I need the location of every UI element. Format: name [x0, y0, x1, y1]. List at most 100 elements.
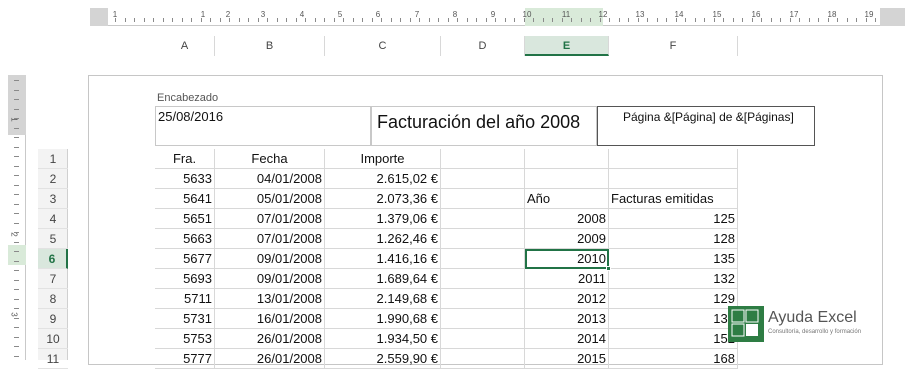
header-cell-fecha[interactable]: Fecha — [215, 149, 325, 169]
table-cell[interactable] — [441, 269, 525, 289]
column-header-f[interactable]: F — [609, 36, 738, 56]
ruler-tick — [581, 18, 582, 22]
table-cell-fecha[interactable]: 05/01/2008 — [215, 189, 325, 209]
table-cell-year[interactable]: 2012 — [525, 289, 609, 309]
table-cell-fecha[interactable]: 26/01/2008 — [215, 329, 325, 349]
table-cell[interactable] — [441, 189, 525, 209]
table-cell[interactable] — [441, 289, 525, 309]
table-cell-importe[interactable]: 2.559,90 € — [325, 349, 441, 369]
row-header-5[interactable]: 5 — [38, 229, 68, 249]
column-header-d[interactable]: D — [441, 36, 525, 56]
table-cell[interactable] — [441, 249, 525, 269]
column-header-b[interactable]: B — [215, 36, 325, 56]
table-cell-importe[interactable]: 1.416,16 € — [325, 249, 441, 269]
table-cell-count[interactable]: 128 — [609, 229, 738, 249]
table-cell[interactable] — [609, 149, 738, 169]
table-cell-fecha[interactable]: 16/01/2008 — [215, 309, 325, 329]
table-cell-fra[interactable]: 5693 — [155, 269, 215, 289]
vertical-ruler[interactable]: 123 — [8, 75, 26, 360]
table-cell-fra[interactable]: 5731 — [155, 309, 215, 329]
ruler-highlight — [8, 245, 26, 265]
table-cell-importe[interactable]: 1.934,50 € — [325, 329, 441, 349]
header-left-section[interactable]: 25/08/2016 — [155, 106, 371, 146]
table-cell-importe[interactable]: 2.615,02 € — [325, 169, 441, 189]
table-cell-count[interactable]: 168 — [609, 349, 738, 369]
ruler-tick — [14, 318, 19, 319]
row-header-6[interactable]: 6 — [38, 249, 68, 269]
row-header-8[interactable]: 8 — [38, 289, 68, 309]
table-cell-year[interactable]: 2015 — [525, 349, 609, 369]
table-cell-fra[interactable]: 5641 — [155, 189, 215, 209]
table-cell[interactable] — [441, 349, 525, 369]
row-header-2[interactable]: 2 — [38, 169, 68, 189]
table-cell-importe[interactable]: 1.262,46 € — [325, 229, 441, 249]
table-cell-fecha[interactable]: 04/01/2008 — [215, 169, 325, 189]
table-cell-importe[interactable]: 1.689,64 € — [325, 269, 441, 289]
ruler-tick — [115, 18, 116, 22]
table-cell[interactable] — [441, 149, 525, 169]
table-cell-fecha[interactable]: 09/01/2008 — [215, 269, 325, 289]
table-cell-fra[interactable]: 5753 — [155, 329, 215, 349]
row-header-9[interactable]: 9 — [38, 309, 68, 329]
table-cell[interactable] — [525, 169, 609, 189]
row-header-7[interactable]: 7 — [38, 269, 68, 289]
table-cell-year[interactable]: 2008 — [525, 209, 609, 229]
header-cell-fra[interactable]: Fra. — [155, 149, 215, 169]
ruler-tick — [14, 204, 19, 205]
table-cell-importe[interactable]: 2.149,68 € — [325, 289, 441, 309]
header-cell-year[interactable]: Año — [525, 189, 609, 209]
table-cell-year[interactable]: 2014 — [525, 329, 609, 349]
column-header-e[interactable]: E — [525, 36, 609, 56]
table-cell-fra[interactable]: 5663 — [155, 229, 215, 249]
table-cell-count[interactable]: 125 — [609, 209, 738, 229]
table-cell-fra[interactable]: 5777 — [155, 349, 215, 369]
table-cell[interactable] — [441, 169, 525, 189]
table-cell-fra[interactable]: 5651 — [155, 209, 215, 229]
table-cell-fecha[interactable]: 07/01/2008 — [215, 209, 325, 229]
row-header-3[interactable]: 3 — [38, 189, 68, 209]
row-header-11[interactable]: 11 — [38, 349, 68, 369]
table-cell[interactable] — [609, 169, 738, 189]
table-cell-count[interactable]: 135 — [609, 249, 738, 269]
fill-handle[interactable] — [606, 266, 611, 271]
ruler-tick — [856, 18, 857, 22]
selected-cell[interactable]: 2010 — [525, 249, 609, 269]
column-header-a[interactable]: A — [155, 36, 215, 56]
ruler-tick — [125, 18, 126, 22]
table-cell-count[interactable]: 129 — [609, 289, 738, 309]
table-cell-fecha[interactable]: 26/01/2008 — [215, 349, 325, 369]
table-cell-fra[interactable]: 5633 — [155, 169, 215, 189]
ruler-tick — [638, 18, 639, 22]
table-cell-fecha[interactable]: 07/01/2008 — [215, 229, 325, 249]
row-header-10[interactable]: 10 — [38, 329, 68, 349]
table-cell-count[interactable]: 152 — [609, 329, 738, 349]
table-cell[interactable] — [441, 329, 525, 349]
table-cell-importe[interactable]: 1.990,68 € — [325, 309, 441, 329]
table-cell-count[interactable]: 132 — [609, 269, 738, 289]
header-cell-importe[interactable]: Importe — [325, 149, 441, 169]
table-cell-year[interactable]: 2011 — [525, 269, 609, 289]
ruler-tick — [847, 18, 848, 22]
table-cell-fra[interactable]: 5711 — [155, 289, 215, 309]
ruler-tick — [685, 18, 686, 22]
row-header-1[interactable]: 1 — [38, 149, 68, 169]
header-cell-count[interactable]: Facturas emitidas — [609, 189, 738, 209]
table-cell-year[interactable]: 2009 — [525, 229, 609, 249]
table-cell-count[interactable]: 134 — [609, 309, 738, 329]
ruler-tick — [153, 18, 154, 22]
table-cell[interactable] — [441, 209, 525, 229]
horizontal-ruler[interactable]: 1 1 2 3 4 5 6 7 8 9 10 11 12 13 14 15 16 17 18 19 — [90, 8, 905, 26]
table-cell-fra[interactable]: 5677 — [155, 249, 215, 269]
header-center-section[interactable]: Facturación del año 2008 — [371, 106, 597, 146]
table-cell[interactable] — [525, 149, 609, 169]
table-cell[interactable] — [441, 309, 525, 329]
table-cell-fecha[interactable]: 13/01/2008 — [215, 289, 325, 309]
table-cell-year[interactable]: 2013 — [525, 309, 609, 329]
table-cell-importe[interactable]: 1.379,06 € — [325, 209, 441, 229]
column-header-c[interactable]: C — [325, 36, 441, 56]
table-cell-fecha[interactable]: 09/01/2008 — [215, 249, 325, 269]
table-cell-importe[interactable]: 2.073,36 € — [325, 189, 441, 209]
table-cell[interactable] — [441, 229, 525, 249]
row-header-4[interactable]: 4 — [38, 209, 68, 229]
header-right-section[interactable]: Página &[Página] de &[Páginas] — [597, 106, 815, 146]
